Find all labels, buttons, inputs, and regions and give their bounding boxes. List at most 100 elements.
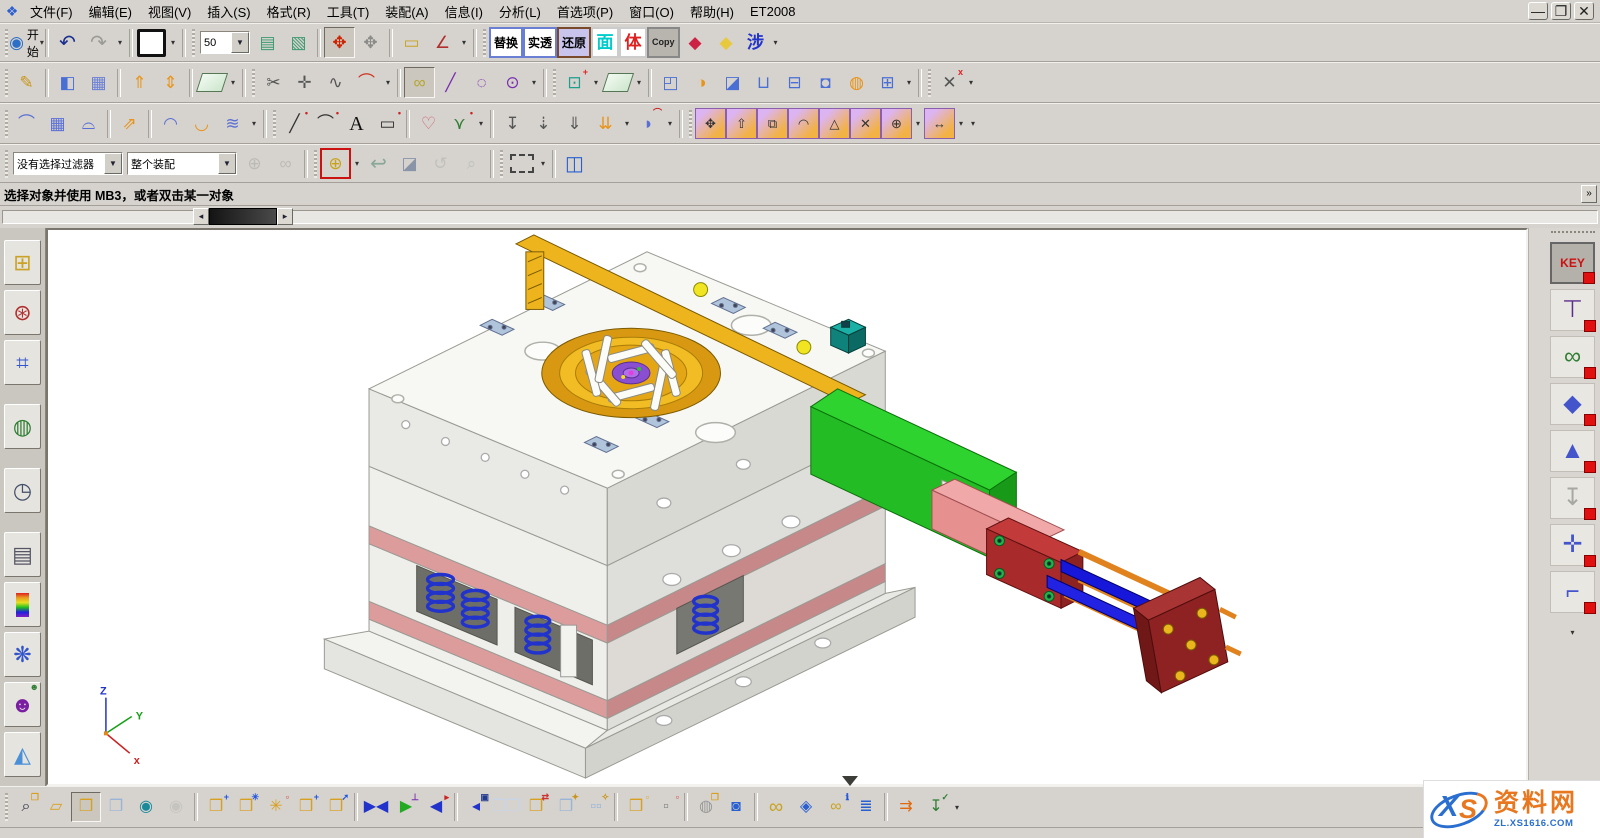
minimize-button[interactable]: —: [1528, 2, 1548, 20]
circle-point-icon[interactable]: ◌: [466, 67, 497, 98]
rightbar-grip[interactable]: [1551, 231, 1595, 238]
shapes-dropdown[interactable]: ▾: [590, 69, 602, 97]
plane-tool-icon[interactable]: [602, 67, 633, 98]
wcs-orient-icon[interactable]: ✥: [355, 27, 386, 58]
boss-icon[interactable]: ◍: [841, 67, 872, 98]
layer-visible-icon[interactable]: ▧: [283, 27, 314, 58]
work-layer-select[interactable]: 50▼: [200, 31, 250, 54]
plane-dropdown[interactable]: ▾: [633, 69, 645, 97]
restore-button[interactable]: ❐: [1551, 2, 1571, 20]
palettes-button[interactable]: ▤: [4, 532, 41, 577]
app-icon[interactable]: ❖: [2, 2, 22, 20]
menu-et2008[interactable]: ET2008: [742, 3, 804, 20]
section-curve-icon[interactable]: ◗⌒: [633, 108, 664, 139]
color-dropdown[interactable]: ▾: [167, 29, 179, 57]
menu-window[interactable]: 窗口(O): [621, 1, 682, 22]
yellow-cube-icon[interactable]: ◆: [711, 27, 742, 58]
row4-grip[interactable]: [500, 150, 503, 178]
part-navigator-button[interactable]: ⌗: [4, 340, 41, 385]
clip-section-icon[interactable]: ◫: [559, 148, 590, 179]
menu-tools[interactable]: 工具(T): [319, 1, 378, 22]
hide-component-icon[interactable]: ❒: [101, 792, 131, 822]
menu-help[interactable]: 帮助(H): [682, 1, 742, 22]
pattern-component-icon[interactable]: ✳▫: [261, 792, 291, 822]
bottombar-more-dropdown[interactable]: ▾: [951, 793, 963, 821]
redo-history-dropdown[interactable]: ▾: [114, 29, 126, 57]
history-button[interactable]: ◷: [4, 468, 41, 513]
row1-grip[interactable]: [192, 29, 195, 57]
flatten-sheet-icon[interactable]: ⇊: [590, 108, 621, 139]
bend-sheet-icon[interactable]: ◑: [686, 67, 717, 98]
menu-info[interactable]: 信息(I): [437, 1, 491, 22]
open-component-icon[interactable]: ▱: [41, 792, 71, 822]
surface-dropdown[interactable]: ▾: [248, 110, 260, 138]
measure-distance-icon[interactable]: ▭: [396, 27, 427, 58]
block-icon[interactable]: ◰: [655, 67, 686, 98]
resize-face-icon[interactable]: ↔: [924, 108, 955, 139]
feature-dropdown[interactable]: ▾: [903, 69, 915, 97]
row3-grip[interactable]: [273, 110, 276, 138]
link-report-icon[interactable]: ∞ℹ: [821, 792, 851, 822]
pull-face-icon[interactable]: ⇧: [726, 108, 757, 139]
fillet-curve-icon[interactable]: ∿: [320, 67, 351, 98]
redo-icon[interactable]: ↷: [83, 27, 114, 58]
relations-tree-icon[interactable]: ≣: [851, 792, 881, 822]
fitting-part-item[interactable]: ✛: [1550, 524, 1595, 566]
row2-grip[interactable]: [252, 69, 255, 97]
menu-insert[interactable]: 插入(S): [199, 1, 258, 22]
find-disabled-icon[interactable]: ⌕: [456, 148, 487, 179]
divide-curve-icon[interactable]: ✛: [289, 67, 320, 98]
close-button[interactable]: ✕: [1574, 2, 1594, 20]
bracket-part-item[interactable]: ◆: [1550, 383, 1595, 425]
combine-projection-icon[interactable]: ⇣: [528, 108, 559, 139]
prompt-overflow-button[interactable]: »: [1581, 185, 1597, 203]
assembly-check-icon[interactable]: ↧✓: [921, 792, 951, 822]
pin-part-item[interactable]: ↧: [1550, 477, 1595, 519]
extrude-sheet-icon[interactable]: ⇑: [124, 67, 155, 98]
gallery-button[interactable]: ◭: [4, 732, 41, 777]
wcs-dynamics-icon[interactable]: ✥: [324, 27, 355, 58]
record-camera-icon[interactable]: ◉: [131, 792, 161, 822]
camera-disabled-icon[interactable]: ◉: [161, 792, 191, 822]
rotary-core-disc[interactable]: [542, 328, 721, 417]
pointset-dropdown[interactable]: ▾: [475, 110, 487, 138]
offset-region-icon[interactable]: ⧉: [757, 108, 788, 139]
offset-surface-icon[interactable]: ⇗: [114, 108, 145, 139]
replace-component-icon[interactable]: ❒⇄: [521, 792, 551, 822]
row1-grip[interactable]: [5, 29, 8, 57]
type-filter-select[interactable]: 没有选择过滤器▼: [13, 152, 123, 175]
dimension-dropdown[interactable]: ▾: [965, 69, 977, 97]
eraser-icon[interactable]: ◪: [394, 148, 425, 179]
menu-preferences[interactable]: 首选项(P): [549, 1, 621, 22]
edit-suppression-icon[interactable]: ❒✦: [551, 792, 581, 822]
measure-dropdown[interactable]: ▾: [458, 29, 470, 57]
support-pillar[interactable]: [561, 625, 577, 677]
chain-disabled-icon[interactable]: ∞: [270, 148, 301, 179]
roles-button[interactable]: ☻☻: [4, 682, 41, 727]
replace-button[interactable]: 替换: [489, 27, 523, 58]
row1-more-dropdown[interactable]: ▾: [770, 29, 782, 57]
trim-curve-icon[interactable]: ✂: [258, 67, 289, 98]
popup-toolbar-handle[interactable]: [842, 776, 858, 794]
find-component-icon[interactable]: ⌕❒: [11, 792, 41, 822]
start-button[interactable]: ◉开始▾: [11, 27, 42, 58]
row4-grip[interactable]: [5, 150, 8, 178]
mirror-body-icon[interactable]: ◧: [52, 67, 83, 98]
face-display-button[interactable]: 面: [591, 27, 619, 58]
show-dof-icon[interactable]: ▶⊥: [391, 792, 421, 822]
menu-view[interactable]: 视图(V): [140, 1, 199, 22]
face-blend-icon[interactable]: ◠: [155, 108, 186, 139]
palette-scroll-button[interactable]: ▾: [1567, 618, 1579, 646]
join-curve-icon[interactable]: ∞: [404, 67, 435, 98]
profile-icon[interactable]: ♡: [413, 108, 444, 139]
layer-settings-icon[interactable]: ▤: [252, 27, 283, 58]
plate-part-item[interactable]: ▲: [1550, 430, 1595, 472]
bottombar-grip[interactable]: [5, 793, 8, 821]
hole-icon[interactable]: ◘: [810, 67, 841, 98]
pad-icon[interactable]: ⊞: [872, 67, 903, 98]
web-browser-button[interactable]: ◍: [4, 404, 41, 449]
wave-geometry-icon[interactable]: ◍❒: [691, 792, 721, 822]
row3-more-dropdown[interactable]: ▾: [967, 110, 979, 138]
move-face-icon[interactable]: ✥: [695, 108, 726, 139]
datum-plane-icon[interactable]: [196, 67, 227, 98]
